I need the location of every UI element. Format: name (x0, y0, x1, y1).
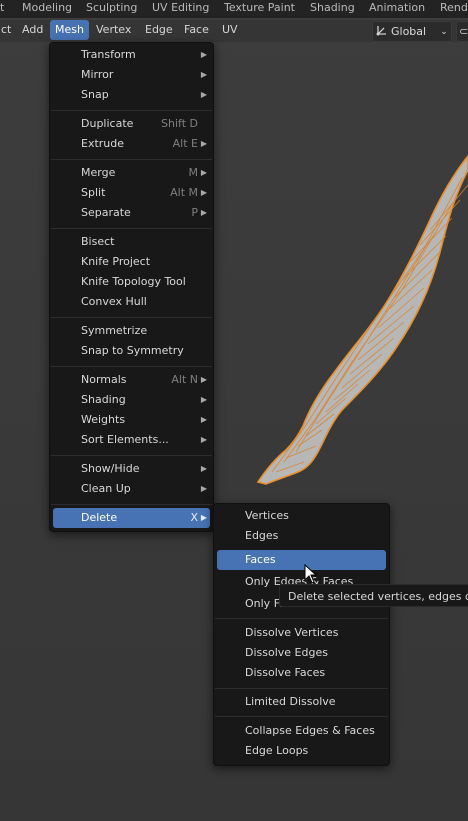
header-menu-select[interactable]: ct (0, 20, 16, 40)
menu-item-merge[interactable]: Merge M ▶ (53, 163, 210, 183)
submenu-arrow-icon: ▶ (200, 168, 207, 177)
menu-item-snap-to-symmetry[interactable]: Snap to Symmetry (53, 341, 210, 361)
menu-item-clean-up[interactable]: Clean Up ▶ (53, 479, 210, 499)
menu-separator (51, 366, 212, 367)
snap-magnet-icon[interactable]: ⊂ (456, 21, 468, 42)
submenu-arrow-icon: ▶ (200, 208, 207, 217)
menu-item-duplicate[interactable]: Duplicate Shift D (53, 114, 210, 134)
workspace-tab-rendering[interactable]: Rende (440, 0, 468, 18)
menu-separator (51, 455, 212, 456)
transform-orientation-icon (373, 23, 391, 40)
transform-orientation-dropdown[interactable]: Global ⌄ (372, 21, 452, 42)
submenu-arrow-icon: ▶ (200, 464, 207, 473)
workspace-tab-sculpting[interactable]: Sculpting (86, 0, 137, 18)
submenu-arrow-icon: ▶ (200, 375, 207, 384)
delete-item-dissolve-faces[interactable]: Dissolve Faces (217, 663, 386, 683)
menu-item-show-hide[interactable]: Show/Hide ▶ (53, 459, 210, 479)
menu-item-symmetrize[interactable]: Symmetrize (53, 321, 210, 341)
delete-item-vertices[interactable]: Vertices (217, 506, 386, 526)
menu-separator (51, 159, 212, 160)
menu-separator (51, 110, 212, 111)
menu-item-bisect[interactable]: Bisect (53, 232, 210, 252)
workspace-tab-modeling[interactable]: Modeling (22, 0, 72, 18)
submenu-arrow-icon: ▶ (200, 50, 207, 59)
menu-item-mirror[interactable]: Mirror ▶ (53, 65, 210, 85)
menu-separator (215, 618, 388, 619)
menu-item-separate[interactable]: Separate P ▶ (53, 203, 210, 223)
delete-item-edge-loops[interactable]: Edge Loops (217, 741, 386, 761)
submenu-arrow-icon: ▶ (200, 188, 207, 197)
workspace-tab-animation[interactable]: Animation (369, 0, 425, 18)
header-menu-uv[interactable]: UV (217, 20, 243, 40)
menu-separator (215, 688, 388, 689)
delete-item-collapse-edges-faces[interactable]: Collapse Edges & Faces (217, 721, 386, 741)
header-menu-edge[interactable]: Edge (140, 20, 178, 40)
delete-item-faces[interactable]: Faces (217, 550, 386, 570)
header-menu-vertex[interactable]: Vertex (91, 20, 136, 40)
submenu-arrow-icon: ▶ (200, 90, 207, 99)
menu-item-weights[interactable]: Weights ▶ (53, 410, 210, 430)
menu-separator (51, 228, 212, 229)
menu-separator (215, 716, 388, 717)
delete-item-dissolve-vertices[interactable]: Dissolve Vertices (217, 623, 386, 643)
workspace-tabs-bar: t Modeling Sculpting UV Editing Texture … (0, 0, 468, 18)
menu-item-normals[interactable]: Normals Alt N ▶ (53, 370, 210, 390)
chevron-down-icon: ⌄ (440, 26, 448, 37)
transform-orientation-label: Global (391, 25, 427, 38)
mouse-cursor-icon (304, 564, 318, 584)
header-menu-face[interactable]: Face (179, 20, 214, 40)
menu-item-delete[interactable]: Delete X ▶ (53, 508, 210, 528)
delete-submenu: Vertices Edges Faces Only Edges & Faces … (213, 503, 390, 766)
menu-item-shading[interactable]: Shading ▶ (53, 390, 210, 410)
submenu-arrow-icon: ▶ (200, 435, 207, 444)
menu-item-extrude[interactable]: Extrude Alt E ▶ (53, 134, 210, 154)
3d-viewport[interactable]: t Modeling Sculpting UV Editing Texture … (0, 0, 468, 821)
workspace-tab[interactable]: t (0, 0, 4, 18)
menu-item-sort-elements[interactable]: Sort Elements... ▶ (53, 430, 210, 450)
submenu-arrow-icon: ▶ (200, 395, 207, 404)
header-menu-mesh[interactable]: Mesh (50, 20, 89, 40)
menu-item-knife-topology-tool[interactable]: Knife Topology Tool (53, 272, 210, 292)
menu-item-knife-project[interactable]: Knife Project (53, 252, 210, 272)
workspace-tab-shading[interactable]: Shading (310, 0, 355, 18)
submenu-arrow-icon: ▶ (200, 484, 207, 493)
menu-item-snap[interactable]: Snap ▶ (53, 85, 210, 105)
submenu-arrow-icon: ▶ (200, 513, 207, 522)
menu-item-transform[interactable]: Transform ▶ (53, 45, 210, 65)
submenu-arrow-icon: ▶ (200, 70, 207, 79)
menu-separator (51, 504, 212, 505)
submenu-arrow-icon: ▶ (200, 415, 207, 424)
menu-item-split[interactable]: Split Alt M ▶ (53, 183, 210, 203)
header-menu-add[interactable]: Add (17, 20, 48, 40)
workspace-tab-texture-paint[interactable]: Texture Paint (224, 0, 295, 18)
mesh-menu: Transform ▶ Mirror ▶ Snap ▶ Duplicate Shift … (49, 42, 214, 532)
workspace-tab-uv-editing[interactable]: UV Editing (152, 0, 209, 18)
delete-item-dissolve-edges[interactable]: Dissolve Edges (217, 643, 386, 663)
menu-separator (51, 317, 212, 318)
delete-item-edges[interactable]: Edges (217, 526, 386, 546)
menu-item-convex-hull[interactable]: Convex Hull (53, 292, 210, 312)
submenu-arrow-icon: ▶ (200, 139, 207, 148)
delete-item-limited-dissolve[interactable]: Limited Dissolve (217, 692, 386, 712)
tooltip: Delete selected vertices, edges or faces (279, 584, 468, 607)
